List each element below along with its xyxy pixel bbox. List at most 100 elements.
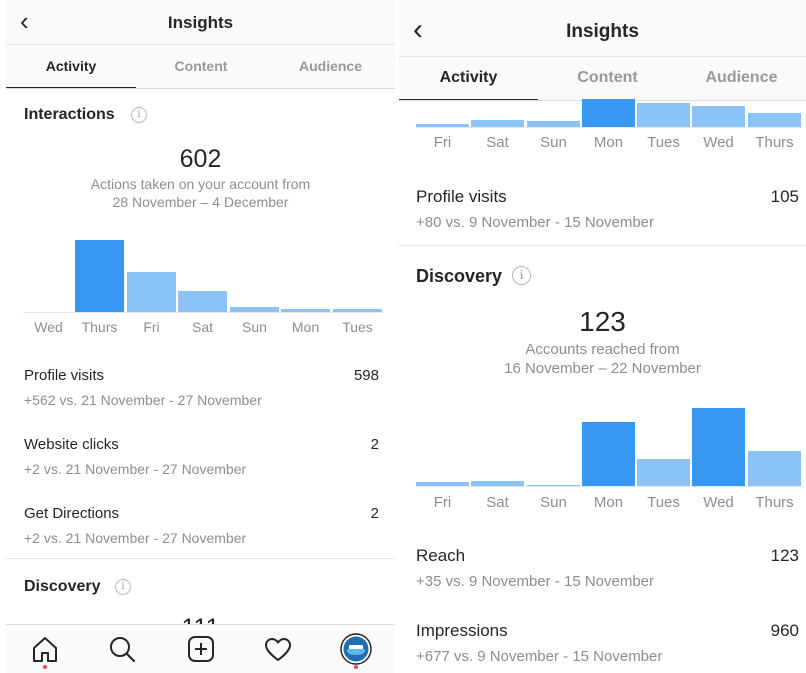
day-label-fri: Fri — [143, 319, 160, 335]
home-icon[interactable] — [29, 633, 61, 665]
bar-thurs — [748, 113, 801, 127]
website-clicks-value: 2 — [370, 436, 379, 453]
day-label-wed: Wed — [703, 134, 734, 151]
left-screenshot: ‹ Insights Activity Content Audience Int… — [6, 0, 395, 673]
bar-sat — [471, 120, 524, 127]
bar-tues — [637, 103, 690, 127]
bar-wed — [692, 106, 745, 127]
bar-tues — [333, 309, 382, 312]
day-label-tues: Tues — [342, 319, 373, 335]
get-directions-label: Get Directions — [24, 505, 120, 522]
profile-visits-comparison: +562 vs. 21 November - 27 November — [24, 392, 262, 408]
impressions-value: 960 — [770, 621, 799, 640]
day-label-mon: Mon — [593, 494, 624, 511]
bar-tues — [637, 459, 690, 486]
interactions-title: Interactions — [24, 106, 115, 123]
day-label-mon: Mon — [593, 134, 624, 151]
day-label-sun: Sun — [540, 494, 567, 511]
page-title: Insights — [167, 13, 234, 32]
day-label-fri: Fri — [433, 134, 452, 151]
section-divider — [399, 245, 806, 246]
profile-visits-value: 598 — [353, 367, 379, 384]
discovery-desc-line2: 16 November – 22 November — [504, 360, 701, 377]
impressions-comparison: +677 vs. 9 November - 15 November — [416, 648, 663, 665]
interactions-desc-line2: 28 November – 4 December — [112, 194, 289, 210]
day-label-sat: Sat — [191, 319, 213, 335]
day-label-tues: Tues — [647, 134, 680, 151]
profile-visits-value: 105 — [770, 187, 799, 206]
notification-dot — [43, 665, 47, 669]
bar-thurs — [75, 240, 124, 312]
tab-bar: Activity Content Audience — [399, 56, 806, 101]
heart-icon[interactable] — [262, 633, 294, 665]
day-label-sat: Sat — [486, 494, 509, 511]
website-clicks-comparison: +2 vs. 21 November - 27 November — [24, 461, 247, 477]
info-icon[interactable]: i — [115, 579, 131, 595]
day-label-wed: Wed — [703, 494, 734, 511]
add-post-icon[interactable] — [185, 633, 217, 665]
profile-visits-label: Profile visits — [416, 187, 507, 206]
info-icon[interactable]: i — [131, 107, 147, 123]
day-label-thurs: Thurs — [755, 134, 794, 151]
interactions-bar-chart: Wed Thurs Fri Sat Sun Mon Tues — [23, 230, 383, 342]
section-divider — [6, 558, 395, 559]
day-label-sun: Sun — [242, 319, 267, 335]
bottom-navigation — [6, 624, 395, 673]
bar-mon — [281, 309, 330, 312]
bar-sun — [527, 485, 580, 486]
interactions-total: 602 — [179, 145, 222, 173]
bar-mon — [582, 422, 635, 486]
bar-mon — [582, 99, 635, 127]
tab-divider — [6, 88, 395, 89]
day-label-mon: Mon — [291, 319, 320, 335]
profile-visits-comparison: +80 vs. 9 November - 15 November — [416, 214, 655, 231]
impressions-label: Impressions — [416, 621, 508, 640]
notification-dot — [354, 665, 358, 669]
activity-bar-chart-partial: Fri Sat Sun Mon Tues Wed Thurs — [415, 99, 802, 151]
day-label-wed: Wed — [34, 319, 63, 335]
page-title: Insights — [566, 21, 639, 42]
bar-sun — [230, 307, 279, 312]
chart-baseline — [23, 312, 383, 313]
info-icon[interactable]: i — [512, 266, 531, 285]
day-label-sat: Sat — [486, 134, 509, 151]
chart-baseline — [415, 486, 802, 487]
day-label-sun: Sun — [540, 134, 567, 151]
bar-wed — [692, 408, 745, 486]
header-bar: ‹ Insights — [399, 0, 806, 56]
bar-sun — [527, 121, 580, 127]
discovery-desc-line1: Accounts reached from — [525, 341, 680, 358]
bar-fri — [416, 482, 469, 486]
right-screenshot: ‹ Insights Activity Content Audience Fri… — [399, 0, 806, 673]
bar-sat — [178, 291, 227, 312]
header-bar: ‹ Insights — [6, 0, 395, 44]
reach-comparison: +35 vs. 9 November - 15 November — [416, 573, 655, 590]
get-directions-value: 2 — [370, 505, 379, 522]
discovery-total: 123 — [579, 306, 626, 337]
interactions-desc-line1: Actions taken on your account from — [90, 176, 311, 192]
chart-baseline — [415, 127, 802, 128]
tab-audience[interactable]: Audience — [266, 58, 395, 74]
tab-audience[interactable]: Audience — [677, 69, 806, 87]
day-label-thurs: Thurs — [81, 319, 118, 335]
tab-content[interactable]: Content — [136, 58, 266, 74]
discovery-bar-chart: Fri Sat Sun Mon Tues Wed Thurs — [415, 402, 802, 517]
bar-fri — [127, 272, 176, 312]
day-label-tues: Tues — [647, 494, 680, 511]
tab-activity[interactable]: Activity — [399, 69, 538, 87]
reach-value: 123 — [770, 546, 799, 565]
profile-visits-label: Profile visits — [24, 367, 105, 384]
discovery-title: Discovery — [416, 266, 503, 286]
website-clicks-label: Website clicks — [24, 436, 119, 453]
tab-activity[interactable]: Activity — [6, 58, 136, 74]
bar-fri — [416, 124, 469, 127]
bar-sat — [471, 481, 524, 486]
get-directions-comparison: +2 vs. 21 November - 27 November — [24, 530, 247, 546]
tab-content[interactable]: Content — [538, 69, 677, 87]
tab-bar: Activity Content Audience — [6, 44, 395, 89]
bar-thurs — [748, 451, 801, 486]
profile-avatar[interactable] — [340, 633, 372, 665]
search-icon[interactable] — [106, 633, 138, 665]
day-label-thurs: Thurs — [755, 494, 794, 511]
day-label-fri: Fri — [433, 494, 452, 511]
